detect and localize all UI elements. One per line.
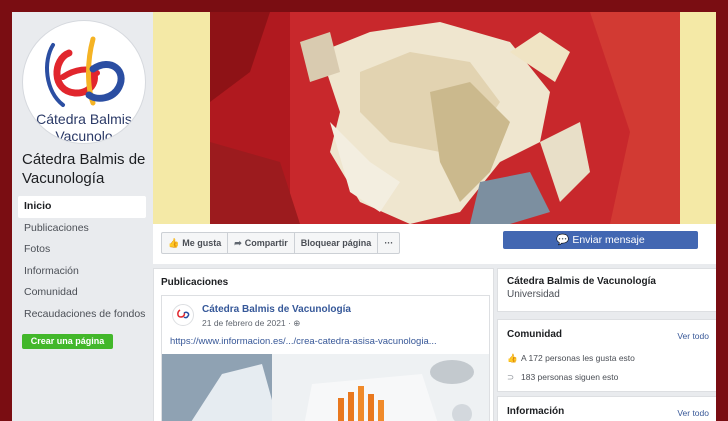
- outer-frame: Cátedra Balmis Vacunolo Cátedra Balmis d…: [0, 0, 728, 421]
- create-page-button[interactable]: Crear una página: [22, 334, 113, 349]
- post-link[interactable]: https://www.informacion.es/.../crea-cate…: [170, 336, 437, 347]
- community-see-all-link[interactable]: Ver todo: [677, 331, 709, 341]
- message-bar: 💬 Enviar mensaje: [492, 224, 716, 264]
- cover-photo[interactable]: [153, 12, 716, 224]
- community-title: Comunidad: [507, 329, 562, 340]
- send-message-button[interactable]: 💬 Enviar mensaje: [503, 231, 698, 249]
- cover-painting: [210, 12, 680, 224]
- like-button[interactable]: 👍 Me gusta: [162, 233, 229, 253]
- about-category: Universidad: [507, 289, 560, 300]
- post-date[interactable]: 21 de febrero de 2021 · ⊕: [202, 318, 300, 329]
- page-nav: Inicio Publicaciones Fotos Información C…: [18, 196, 146, 325]
- nav-item-comunidad[interactable]: Comunidad: [18, 282, 146, 304]
- catedra-logo: Cátedra Balmis Vacunolo: [36, 36, 132, 143]
- posts-section: Publicaciones Cátedra Balmis de Vacunolo…: [153, 268, 494, 421]
- facebook-page: Cátedra Balmis Vacunolo Cátedra Balmis d…: [12, 12, 716, 421]
- action-buttons: 👍 Me gusta ➦ Compartir Bloquear página ···: [161, 232, 401, 254]
- svg-text:Vacunolo: Vacunolo: [55, 128, 113, 143]
- nav-item-publicaciones[interactable]: Publicaciones: [18, 218, 146, 240]
- nav-item-recaudaciones[interactable]: Recaudaciones de fondos: [18, 304, 146, 326]
- logo-text: Cátedra Balmis: [36, 111, 132, 127]
- community-card: Comunidad Ver todo 👍 A 172 personas les g…: [497, 319, 716, 392]
- post-author[interactable]: Cátedra Balmis de Vacunología: [202, 304, 351, 315]
- info-card: Información Ver todo: [497, 396, 716, 421]
- messenger-icon: 💬: [556, 234, 573, 246]
- block-page-button[interactable]: Bloquear página: [295, 233, 379, 253]
- nav-item-informacion[interactable]: Información: [18, 261, 146, 283]
- left-sidebar: Cátedra Balmis Vacunolo Cátedra Balmis d…: [12, 12, 152, 421]
- info-see-all-link[interactable]: Ver todo: [677, 408, 709, 418]
- catedra-logo-small: [177, 309, 190, 319]
- post-avatar[interactable]: [172, 304, 194, 326]
- profile-picture[interactable]: Cátedra Balmis Vacunolo: [22, 20, 146, 144]
- post-card: Cátedra Balmis de Vacunología 21 de febr…: [161, 295, 490, 421]
- follows-row: ⊃ 183 personas siguen esto: [507, 372, 619, 382]
- about-title[interactable]: Cátedra Balmis de Vacunología: [507, 276, 656, 287]
- globe-icon: ⊕: [293, 318, 301, 328]
- share-button[interactable]: ➦ Compartir: [228, 233, 295, 253]
- likes-row: 👍 A 172 personas les gusta esto: [507, 353, 635, 363]
- page-action-bar: 👍 Me gusta ➦ Compartir Bloquear página ···: [153, 224, 492, 264]
- post-image[interactable]: [162, 354, 489, 421]
- share-arrow-icon: ➦: [234, 238, 242, 248]
- nav-item-inicio[interactable]: Inicio: [18, 196, 146, 218]
- rss-icon: ⊃: [507, 372, 515, 382]
- page-title: Cátedra Balmis de Vacunología: [22, 151, 146, 187]
- posts-heading: Publicaciones: [161, 277, 229, 288]
- nav-item-fotos[interactable]: Fotos: [18, 239, 146, 261]
- thumbs-up-icon: 👍: [507, 353, 518, 363]
- lab-photo: [162, 354, 489, 421]
- info-title: Información: [507, 406, 565, 417]
- thumbs-up-icon: 👍: [168, 238, 180, 248]
- about-card: Cátedra Balmis de Vacunología Universida…: [497, 268, 716, 312]
- more-button[interactable]: ···: [378, 233, 399, 253]
